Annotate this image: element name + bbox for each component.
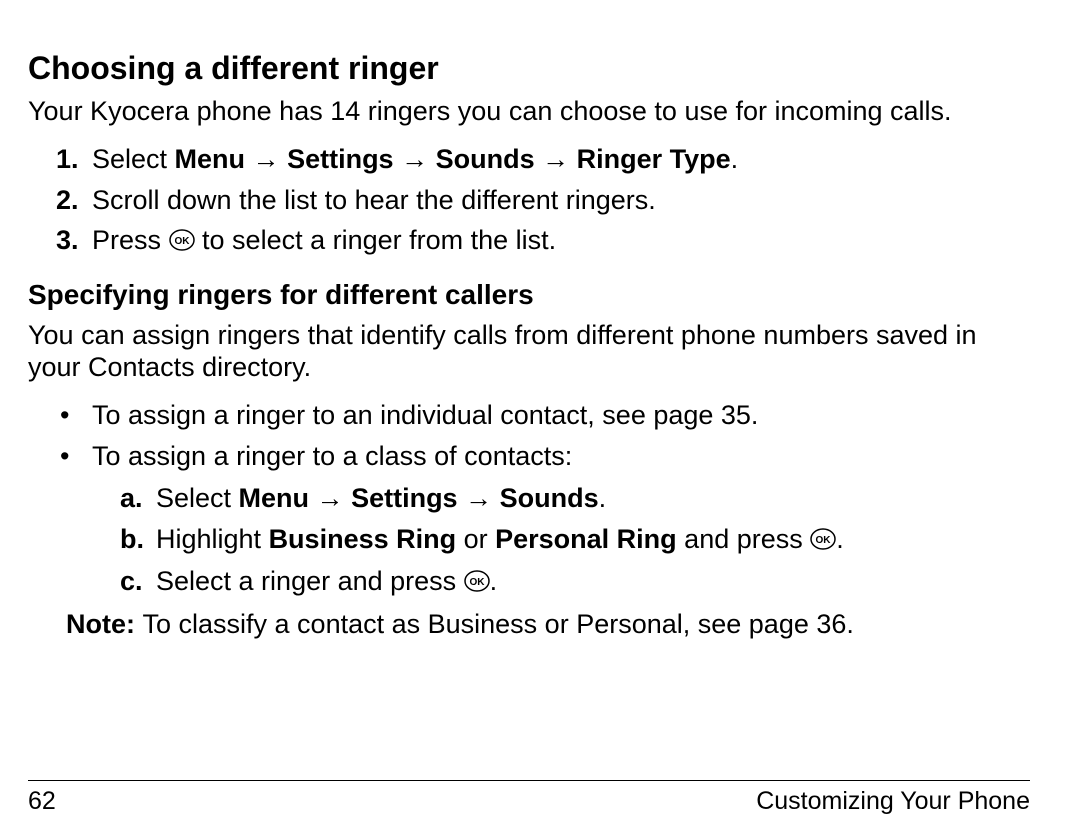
substep-b-personal-ring: Personal Ring (495, 524, 677, 554)
note-label: Note: (66, 609, 143, 639)
bullet-individual-contact: To assign a ringer to an individual cont… (56, 397, 1030, 433)
arrow-icon: → (535, 144, 577, 174)
step-2-text: Scroll down the list to hear the differe… (92, 185, 656, 215)
manual-page: Choosing a different ringer Your Kyocera… (0, 0, 1080, 834)
substep-b-period: . (836, 524, 844, 554)
step-1-sounds: Sounds (436, 144, 535, 174)
step-3: 3. Press OK to select a ringer from the … (56, 222, 1030, 260)
substep-b-or: or (456, 524, 495, 554)
step-2-number: 2. (56, 182, 79, 218)
arrow-icon: → (245, 144, 287, 174)
substep-a: a. Select Menu → Settings → Sounds. (120, 480, 1030, 516)
ok-button-icon: OK (464, 565, 490, 601)
bullet-1-text: To assign a ringer to an individual cont… (92, 400, 758, 430)
substep-c-period: . (490, 566, 498, 596)
arrow-icon: → (458, 483, 500, 513)
arrow-icon: → (309, 483, 351, 513)
substep-a-prefix: Select (156, 483, 239, 513)
note-text: To classify a contact as Business or Per… (143, 609, 854, 639)
substep-c-letter: c. (120, 563, 143, 599)
substep-a-sounds: Sounds (500, 483, 599, 513)
svg-text:OK: OK (174, 236, 190, 247)
substep-a-period: . (599, 483, 607, 513)
substep-b-before: Highlight (156, 524, 269, 554)
bullet-class-contacts: To assign a ringer to a class of contact… (56, 438, 1030, 602)
page-footer: 62 Customizing Your Phone (28, 780, 1030, 816)
section-title: Customizing Your Phone (756, 787, 1030, 816)
svg-text:OK: OK (469, 577, 485, 588)
substep-b-business-ring: Business Ring (269, 524, 457, 554)
step-1-menu: Menu (175, 144, 246, 174)
substep-c-before: Select a ringer and press (156, 566, 464, 596)
intro-paragraph-main: Your Kyocera phone has 14 ringers you ca… (28, 95, 1030, 127)
step-1-period: . (731, 144, 739, 174)
arrow-icon: → (394, 144, 436, 174)
substep-b-letter: b. (120, 521, 144, 557)
bullet-2-text: To assign a ringer to a class of contact… (92, 441, 572, 471)
substep-a-letter: a. (120, 480, 143, 516)
lettered-steps: a. Select Menu → Settings → Sounds. b. H… (120, 480, 1030, 601)
step-1-prefix: Select (92, 144, 175, 174)
svg-text:OK: OK (816, 535, 832, 546)
intro-paragraph-sub: You can assign ringers that identify cal… (28, 319, 1030, 384)
substep-b: b. Highlight Business Ring or Personal R… (120, 521, 1030, 559)
step-3-before: Press (92, 225, 169, 255)
ok-button-icon: OK (810, 523, 836, 559)
substep-a-menu: Menu (239, 483, 310, 513)
note-line: Note: To classify a contact as Business … (66, 606, 1030, 642)
step-1-ringer-type: Ringer Type (577, 144, 731, 174)
numbered-steps: 1. Select Menu → Settings → Sounds → Rin… (56, 141, 1030, 260)
ok-button-icon: OK (169, 224, 195, 260)
bullet-list: To assign a ringer to an individual cont… (56, 397, 1030, 601)
step-3-after: to select a ringer from the list. (195, 225, 557, 255)
substep-a-settings: Settings (351, 483, 458, 513)
step-1-settings: Settings (287, 144, 394, 174)
heading-specifying-ringers: Specifying ringers for different callers (28, 279, 1030, 311)
step-2: 2. Scroll down the list to hear the diff… (56, 182, 1030, 218)
step-1-number: 1. (56, 141, 79, 177)
substep-b-andpress: and press (677, 524, 811, 554)
page-number: 62 (28, 787, 56, 816)
step-1: 1. Select Menu → Settings → Sounds → Rin… (56, 141, 1030, 177)
step-3-number: 3. (56, 222, 79, 258)
heading-choosing-ringer: Choosing a different ringer (28, 50, 1030, 87)
substep-c: c. Select a ringer and press OK. (120, 563, 1030, 601)
